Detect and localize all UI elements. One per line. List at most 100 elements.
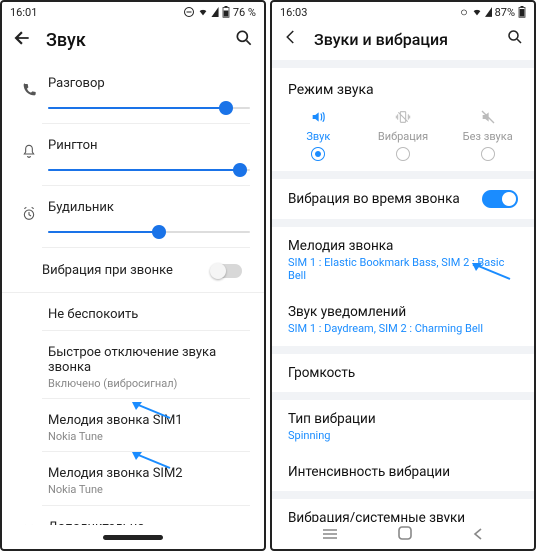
vibtype-title: Тип вибрации: [288, 411, 518, 427]
arrow-left-icon: [12, 28, 32, 48]
battery-icon: [518, 6, 526, 18]
row-notification-sound[interactable]: Звук уведомлений SIM 1 : Daydream, SIM 2…: [272, 293, 534, 346]
alarm-volume-label: Будильник: [48, 200, 250, 215]
radio-sound[interactable]: [311, 147, 325, 161]
ringtone-sim2-sub: Nokia Tune: [48, 483, 250, 496]
signal-icon: [211, 7, 219, 17]
ringtone-sim2-title: Мелодия звонка SIM2: [48, 466, 250, 481]
search-button[interactable]: [506, 28, 524, 50]
ringtone-title: Мелодия звонка: [288, 238, 518, 254]
page-title: Звуки и вибрация: [314, 30, 448, 49]
system-title: Вибрация/системные звуки: [288, 510, 518, 521]
mode-mute[interactable]: Без звука: [445, 108, 530, 161]
vibrate-while-ring-label: Вибрация во время звонка: [288, 191, 460, 207]
status-battery-pct: 76 %: [233, 6, 256, 19]
notif-sub: SIM 1 : Daydream, SIM 2 : Charming Bell: [288, 322, 518, 335]
row-vibration-intensity[interactable]: Интенсивность вибрации: [272, 453, 534, 491]
ringtone-sim1-sub: Nokia Tune: [48, 430, 250, 443]
row-alarm-volume: Будильник: [2, 186, 264, 248]
dnd-title: Не беспокоить: [48, 307, 250, 322]
search-icon: [234, 28, 254, 48]
ringtone-sub: SIM 1 : Elastic Bookmark Bass, SIM 2 : B…: [288, 256, 518, 282]
wifi-icon: [472, 7, 482, 17]
row-system-sounds[interactable]: Вибрация/системные звуки Настройка звуко…: [272, 499, 534, 521]
vibrate-while-ring-toggle[interactable]: [482, 190, 518, 208]
status-right: 76 %: [183, 6, 256, 19]
right-phone: 16:03 87% Звуки и вибрация Режим звука З…: [270, 0, 536, 551]
mode-vibrate-label: Вибрация: [378, 130, 428, 143]
mute-icon: [478, 108, 498, 126]
row-ringtone-sim1[interactable]: Мелодия звонка SIM1 Nokia Tune: [2, 399, 264, 452]
content: Режим звука Звук Вибрация Без звука Вибр…: [272, 60, 534, 521]
sound-mode-group: Звук Вибрация Без звука: [272, 108, 534, 171]
wifi-icon: [198, 7, 208, 17]
nav-bar: [272, 522, 534, 549]
search-button[interactable]: [234, 28, 254, 52]
volume-icon: [308, 108, 328, 126]
mode-vibrate[interactable]: Вибрация: [361, 108, 446, 161]
row-vibrate-on-call[interactable]: Вибрация при звонке: [2, 248, 264, 293]
status-time: 16:01: [10, 6, 37, 19]
vibrate-on-call-switch[interactable]: [212, 264, 242, 278]
radio-vibrate[interactable]: [396, 147, 410, 161]
nav-home-pill[interactable]: [103, 535, 163, 540]
row-vibration-type[interactable]: Тип вибрации Spinning: [272, 400, 534, 453]
row-vibrate-while-ring[interactable]: Вибрация во время звонка: [272, 179, 534, 219]
alarm-icon: [459, 7, 469, 17]
header: Звуки и вибрация: [272, 22, 534, 60]
talk-volume-label: Разговор: [48, 76, 250, 91]
battery-icon: [222, 6, 230, 18]
back-button[interactable]: [12, 28, 32, 52]
row-ringtone[interactable]: Мелодия звонка SIM 1 : Elastic Bookmark …: [272, 227, 534, 293]
status-time: 16:03: [280, 6, 307, 19]
ringtone-volume-label: Рингтон: [48, 138, 250, 153]
search-icon: [506, 28, 524, 46]
vibint-title: Интенсивность вибрации: [288, 464, 518, 480]
row-ringtone-sim2[interactable]: Мелодия звонка SIM2 Nokia Tune: [2, 452, 264, 505]
talk-volume: Разговор: [42, 62, 250, 124]
header: Звук: [2, 22, 264, 62]
status-bar: 16:01 76 %: [2, 2, 264, 22]
alarm-volume-slider[interactable]: [48, 225, 250, 239]
mode-mute-label: Без звука: [463, 130, 513, 143]
row-ringtone-volume: Рингтон: [2, 124, 264, 186]
vibrate-on-call-label: Вибрация при звонке: [42, 263, 173, 278]
volume-title: Громкость: [288, 365, 518, 381]
nav-bar: [2, 525, 264, 549]
vibrate-icon: [393, 108, 413, 126]
ringtone-volume-slider[interactable]: [48, 163, 250, 177]
row-volume[interactable]: Громкость: [272, 354, 534, 392]
ringtone-volume: Рингтон: [42, 124, 250, 186]
status-right: 87%: [459, 6, 526, 19]
vibtype-sub: Spinning: [288, 429, 518, 442]
content: Разговор Рингтон Будил: [2, 62, 264, 525]
nav-home[interactable]: [397, 525, 413, 545]
left-phone: 16:01 76 % Звук Разговор: [0, 0, 266, 551]
nav-back[interactable]: [471, 526, 485, 545]
alarm-volume: Будильник: [42, 186, 250, 248]
back-button[interactable]: [282, 28, 300, 50]
row-talk-volume: Разговор: [2, 62, 264, 124]
row-more[interactable]: Дополнительно Звук уведомления по умолча…: [2, 506, 264, 526]
ringtone-sim1-title: Мелодия звонка SIM1: [48, 413, 250, 428]
row-dnd[interactable]: Не беспокоить: [2, 293, 264, 331]
radio-mute[interactable]: [481, 147, 495, 161]
quick-mute-title: Быстрое отключение звука звонка: [48, 345, 250, 375]
row-quick-mute[interactable]: Быстрое отключение звука звонка Включено…: [2, 331, 264, 399]
nav-recents[interactable]: [321, 526, 339, 545]
page-title: Звук: [46, 30, 86, 51]
talk-volume-slider[interactable]: [48, 101, 250, 115]
quick-mute-sub: Включено (вибросигнал): [48, 377, 250, 390]
mode-sound[interactable]: Звук: [276, 108, 361, 161]
mode-sound-label: Звук: [306, 130, 330, 143]
phone-icon: [16, 62, 42, 98]
notif-title: Звук уведомлений: [288, 304, 518, 320]
sound-mode-heading: Режим звука: [272, 68, 534, 108]
signal-icon: [485, 7, 492, 17]
bell-icon: [16, 124, 42, 160]
status-battery-pct: 87%: [495, 6, 515, 19]
status-bar: 16:03 87%: [272, 2, 534, 22]
dnd-icon: [183, 6, 195, 18]
alarm-icon: [16, 186, 42, 222]
chevron-left-icon: [282, 28, 300, 46]
